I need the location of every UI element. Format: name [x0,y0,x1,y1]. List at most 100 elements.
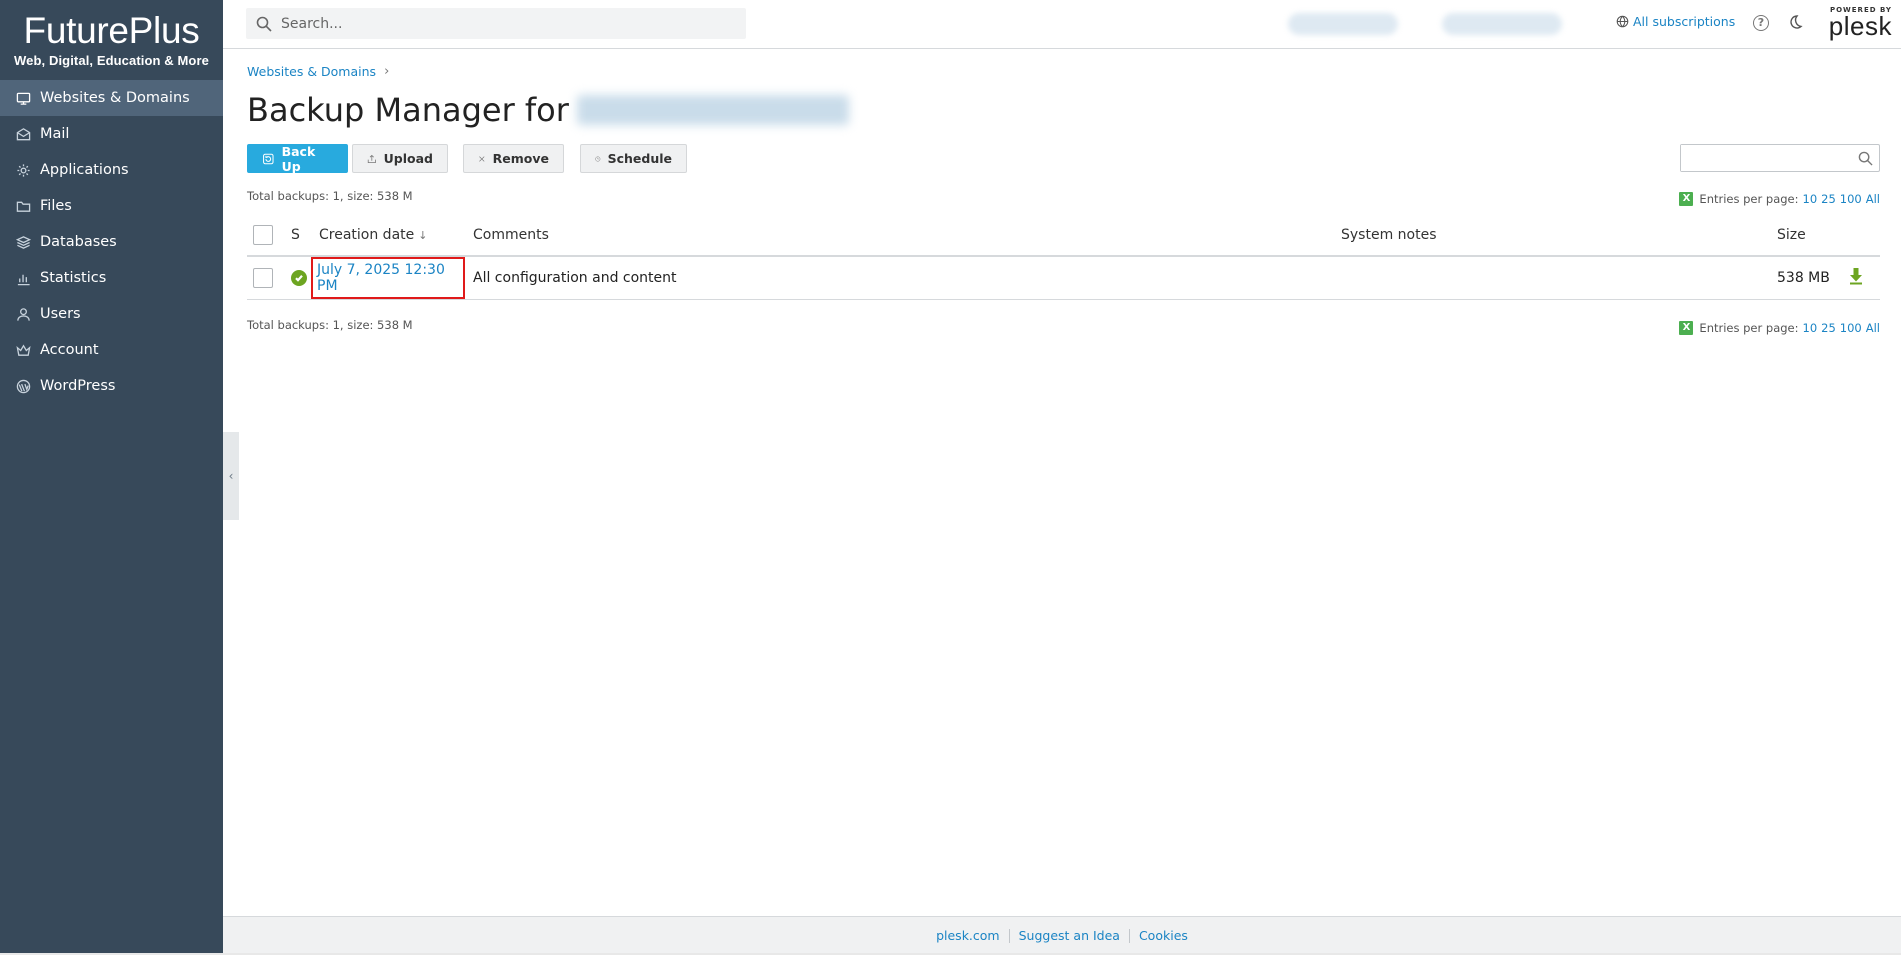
schedule-button-label: Schedule [607,151,672,166]
creation-date-header[interactable]: Creation date ↓ [319,214,473,256]
sidebar-item-label: Files [40,198,72,214]
page-size-10[interactable]: 10 [1803,321,1818,335]
search-icon [256,16,272,32]
sidebar-item-wordpress[interactable]: WordPress [0,368,223,404]
blurred-button[interactable] [1442,13,1562,35]
upload-icon [367,154,376,163]
search-input[interactable] [281,15,721,32]
wordpress-icon [15,378,32,395]
crown-icon [15,342,32,359]
row-comments-cell: All configuration and content [473,270,677,286]
sidebar-item-files[interactable]: Files [0,188,223,224]
plesk-logo[interactable]: POWERED BY plesk [1820,6,1892,41]
remove-button-label: Remove [492,151,549,166]
sidebar-collapse-handle[interactable]: ‹ [223,432,239,520]
list-search-input[interactable] [1681,145,1851,171]
backup-date-link[interactable]: July 7, 2025 12:30 PM [311,257,465,299]
sidebar-item-users[interactable]: Users [0,296,223,332]
remove-button[interactable]: Remove [463,144,564,173]
brand-logo[interactable]: FuturePlus Web, Digital, Education & Mor… [0,0,223,80]
sidebar-item-statistics[interactable]: Statistics [0,260,223,296]
footer: plesk.com Suggest an Idea Cookies [223,916,1901,955]
plesk-wordmark: plesk [1828,11,1892,41]
upload-button[interactable]: Upload [352,144,448,173]
schedule-button[interactable]: Schedule [580,144,687,173]
breadcrumb-websites-domains[interactable]: Websites & Domains [247,64,376,79]
page-size-all[interactable]: All [1866,321,1880,335]
export-excel-icon[interactable]: X [1679,192,1694,206]
backup-icon [263,153,274,164]
row-checkbox[interactable] [253,268,273,288]
blurred-button[interactable] [1288,13,1398,35]
sidebar-item-label: Statistics [40,270,107,286]
entries-per-page: X Entries per page: 10 25 100 All [1679,321,1880,335]
sidebar-item-label: WordPress [40,378,116,394]
page-size-10[interactable]: 10 [1803,192,1818,206]
footer-link-suggest-idea[interactable]: Suggest an Idea [1010,929,1130,943]
select-all-cell [247,214,281,256]
backup-button-label: Back Up [281,143,316,174]
page-size-100[interactable]: 100 [1840,321,1862,335]
row-select-cell [247,256,281,300]
page-size-all[interactable]: All [1866,192,1880,206]
list-search[interactable] [1680,144,1880,172]
footer-link-plesk[interactable]: plesk.com [927,929,1010,943]
select-all-checkbox[interactable] [253,224,273,245]
blurred-domain-name [576,95,849,125]
comments-header[interactable]: Comments [473,214,1341,256]
table-header-row: S Creation date ↓ Comments System notes S… [247,214,1880,256]
summary-bottom: Total backups: 1, size: 538 M X Entries … [247,318,1880,338]
monitor-icon [15,90,32,107]
page-title-text: Backup Manager for [247,91,569,129]
page-size-100[interactable]: 100 [1840,192,1862,206]
entries-label: Entries per page: [1699,321,1799,335]
sidebar-item-databases[interactable]: Databases [0,224,223,260]
total-backups-text: Total backups: 1, size: 538 M [247,318,413,332]
brand-tagline: Web, Digital, Education & More [14,53,209,68]
globe-icon [1616,15,1629,28]
system-notes-header[interactable]: System notes [1341,214,1777,256]
status-ok-icon [291,270,307,286]
status-header[interactable]: S [281,214,319,256]
export-excel-icon[interactable]: X [1679,321,1694,335]
sidebar-item-applications[interactable]: Applications [0,152,223,188]
bar-chart-icon [15,270,32,287]
creation-date-header-label: Creation date [319,226,415,243]
remove-icon [479,155,485,162]
entries-label: Entries per page: [1699,192,1799,206]
breadcrumb: Websites & Domains › [247,64,1880,79]
page-title: Backup Manager for [247,90,1880,130]
mail-icon [15,126,32,143]
sidebar-item-websites-domains[interactable]: Websites & Domains [0,80,223,116]
sidebar-item-label: Databases [40,234,117,250]
sidebar-item-label: Users [40,306,81,322]
help-icon[interactable]: ? [1753,15,1769,31]
search-icon[interactable] [1858,151,1873,166]
total-backups-text: Total backups: 1, size: 538 M [247,189,413,203]
footer-link-cookies[interactable]: Cookies [1130,929,1197,943]
row-size-cell: 538 MB [1777,256,1880,300]
sidebar-item-label: Mail [40,126,70,142]
user-icon [15,306,32,323]
sidebar-item-label: Applications [40,162,129,178]
folder-icon [15,198,32,215]
size-header[interactable]: Size [1777,214,1880,256]
dark-mode-icon[interactable] [1787,14,1805,32]
entries-per-page: X Entries per page: 10 25 100 All [1679,192,1880,206]
summary-top: Total backups: 1, size: 538 M X Entries … [247,189,1880,209]
all-subscriptions-label: All subscriptions [1633,14,1736,29]
backups-table: S Creation date ↓ Comments System notes S… [247,214,1880,300]
table-row: July 7, 2025 12:30 PM All configuration … [247,256,1880,300]
sidebar-item-account[interactable]: Account [0,332,223,368]
sidebar-item-label: Websites & Domains [40,90,190,106]
sort-desc-icon: ↓ [418,228,428,242]
all-subscriptions-link[interactable]: All subscriptions [1616,14,1735,29]
main-content: Websites & Domains › Backup Manager for … [247,49,1880,338]
global-search[interactable] [246,8,746,39]
backup-button[interactable]: Back Up [247,143,348,174]
page-size-25[interactable]: 25 [1821,192,1836,206]
page-size-25[interactable]: 25 [1821,321,1836,335]
sidebar-item-mail[interactable]: Mail [0,116,223,152]
download-icon[interactable] [1848,267,1864,289]
top-bar: All subscriptions ? POWERED BY plesk [223,0,1901,49]
